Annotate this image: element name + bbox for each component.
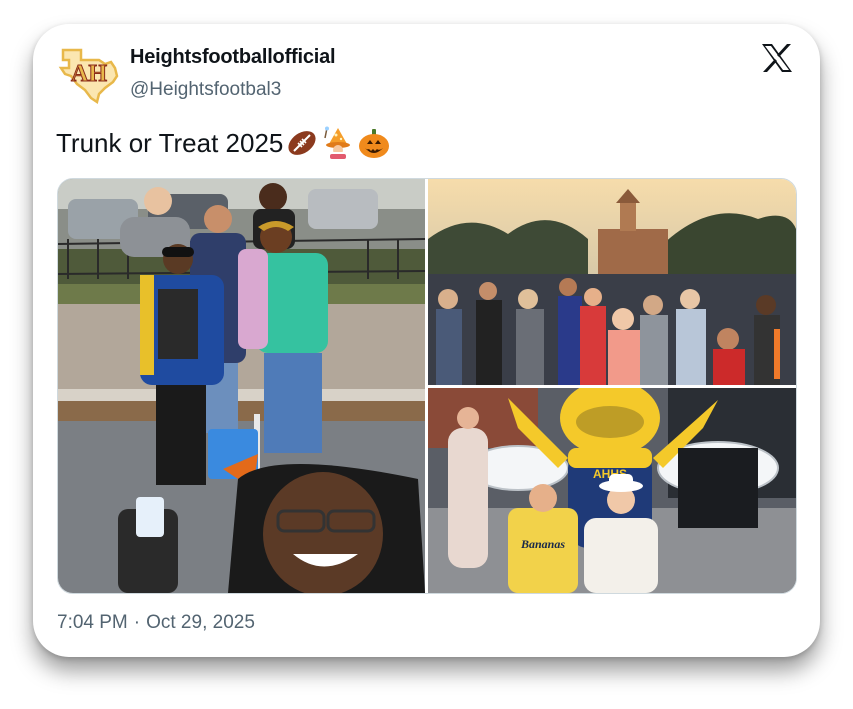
- avatar[interactable]: AH: [55, 38, 125, 106]
- crowd-at-event-photo[interactable]: [428, 179, 796, 385]
- x-logo-icon[interactable]: [760, 42, 794, 74]
- jack-o-lantern-icon: [357, 126, 391, 160]
- tweet-text: Trunk or Treat 2025: [56, 126, 391, 160]
- texas-ah-logo-icon: AH: [58, 48, 119, 105]
- tweet-date: Oct 29, 2025: [146, 612, 255, 633]
- user-handle[interactable]: @Heightsfootbal3: [130, 79, 281, 101]
- group-selfie-photo[interactable]: [58, 179, 425, 593]
- wizard-icon: [321, 126, 355, 160]
- american-football-icon: [285, 126, 319, 160]
- display-name[interactable]: Heightsfootballofficial: [130, 46, 336, 69]
- tweet-timestamp[interactable]: 7:04 PM · Oct 29, 2025: [57, 612, 255, 634]
- tweet-time: 7:04 PM: [57, 612, 128, 633]
- tweet-card[interactable]: AH Heightsfootballofficial @Heightsfootb…: [33, 24, 820, 657]
- screenshot-stage: AH Heightsfootballofficial @Heightsfootb…: [0, 0, 853, 709]
- mascot-with-kids-photo[interactable]: AHHS Bananas: [428, 388, 796, 593]
- avatar-logo-text: AH: [71, 61, 107, 87]
- jersey-text: Bananas: [520, 537, 565, 551]
- timestamp-separator: ·: [133, 612, 141, 633]
- tweet-text-content: Trunk or Treat 2025: [56, 127, 284, 158]
- media-grid: AHHS Bananas: [57, 178, 797, 594]
